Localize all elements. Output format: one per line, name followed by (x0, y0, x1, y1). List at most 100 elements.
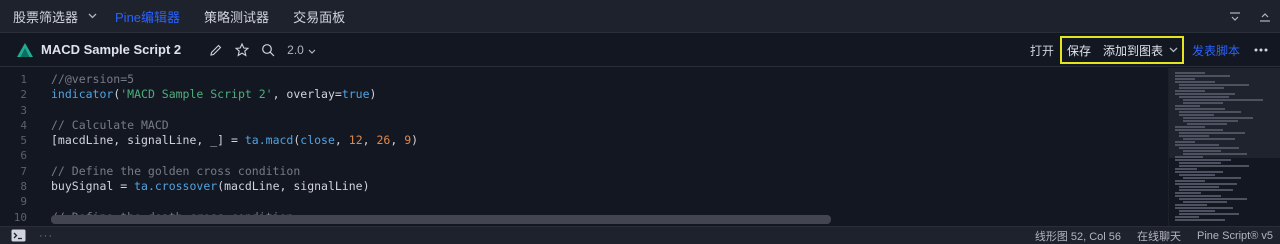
more-dots-icon[interactable]: ··· (39, 230, 53, 242)
tab-pine-editor[interactable]: Pine编辑器 (103, 0, 192, 33)
minimap-line (1183, 201, 1227, 203)
minimap-line (1175, 78, 1195, 80)
minimap-line (1183, 138, 1235, 140)
code-line[interactable]: [macdLine, signalLine, _] = ta.macd(clos… (51, 133, 418, 148)
minimap-line (1175, 159, 1231, 161)
cursor-position: 线形图 52, Col 56 (1034, 231, 1122, 243)
minimap-line (1179, 210, 1215, 212)
line-number: 9 (20, 195, 27, 209)
minimap-line (1175, 192, 1201, 194)
minimap-line (1175, 168, 1197, 170)
code-line[interactable] (51, 148, 418, 163)
tab-label: 策略测试器 (204, 9, 270, 25)
version-label: 2.0 (287, 42, 304, 57)
minimap-line (1183, 120, 1238, 122)
bottom-panel-tabbar: 股票筛选器 Pine编辑器 策略测试器 交易面板 (0, 0, 1280, 33)
chevron-down-icon[interactable] (88, 13, 97, 19)
code-line[interactable]: buySignal = ta.crossover(macdLine, signa… (51, 179, 418, 194)
minimap-line (1179, 96, 1229, 98)
minimap-line (1175, 129, 1223, 131)
line-number: 2 (20, 88, 27, 102)
minimap-line (1179, 174, 1215, 176)
code-line[interactable]: indicator('MACD Sample Script 2', overla… (51, 87, 418, 102)
code-minimap[interactable] (1168, 68, 1280, 226)
minimap-line (1175, 144, 1219, 146)
publish-script-button[interactable]: 发表脚本 (1192, 42, 1240, 59)
minimap-line (1183, 177, 1241, 179)
code-line[interactable]: // Calculate MACD (51, 118, 418, 133)
minimap-line (1175, 207, 1233, 209)
minimap-line (1175, 216, 1199, 218)
minimap-line (1183, 150, 1221, 152)
minimap-line (1175, 81, 1215, 83)
code-line[interactable] (51, 194, 418, 209)
more-options-icon[interactable] (1248, 48, 1274, 52)
minimap-line (1175, 180, 1205, 182)
tab-trading-panel[interactable]: 交易面板 (281, 0, 357, 33)
chevron-down-icon (308, 43, 316, 57)
line-number-gutter: 1 2 3 4 5 6 7 8 9 10 (0, 72, 40, 225)
collapse-panel-icon[interactable] (1220, 0, 1250, 33)
minimap-line (1175, 90, 1205, 92)
code-line[interactable]: // Define the golden cross condition (51, 164, 418, 179)
minimap-line (1183, 153, 1247, 155)
minimap-line (1179, 135, 1209, 137)
minimap-line (1179, 165, 1249, 167)
code-line[interactable] (51, 103, 418, 118)
minimap-line (1179, 213, 1239, 215)
minimap-line (1179, 132, 1245, 134)
minimap-line (1179, 186, 1219, 188)
minimap-line (1175, 108, 1225, 110)
line-number: 7 (20, 164, 27, 178)
script-title[interactable]: MACD Sample Script 2 (41, 42, 181, 57)
minimap-line (1179, 87, 1224, 89)
line-number: 1 (20, 73, 27, 86)
code-lines[interactable]: //@version=5 indicator('MACD Sample Scrip… (51, 72, 418, 225)
editor-toolbar: MACD Sample Script 2 2.0 打开 保存 添加到图表 发表脚… (0, 33, 1280, 67)
minimap-line (1175, 183, 1237, 185)
minimap-line (1175, 171, 1223, 173)
chevron-down-icon[interactable] (1169, 47, 1178, 53)
version-selector[interactable]: 2.0 (287, 43, 316, 57)
minimap-line (1179, 84, 1249, 86)
minimap-line (1175, 156, 1203, 158)
maximize-panel-icon[interactable] (1250, 0, 1280, 33)
star-favorite-icon[interactable] (229, 37, 255, 63)
minimap-line (1179, 198, 1247, 200)
save-add-group: 保存 添加到图表 (1059, 36, 1184, 64)
minimap-line (1175, 141, 1195, 143)
minimap-line (1183, 102, 1223, 104)
search-icon[interactable] (255, 37, 281, 63)
code-editor[interactable]: 1 2 3 4 5 6 7 8 9 10 //@version=5 indicat… (0, 68, 1168, 226)
tab-label: 股票筛选器 (13, 9, 79, 25)
minimap-line (1175, 219, 1225, 221)
add-to-chart-button[interactable]: 添加到图表 (1103, 42, 1163, 59)
tab-label: Pine编辑器 (115, 9, 181, 25)
tab-stock-screener[interactable]: 股票筛选器 (0, 0, 90, 33)
minimap-line (1183, 117, 1253, 119)
minimap-line (1179, 189, 1233, 191)
line-number: 3 (20, 103, 27, 117)
console-icon[interactable] (11, 229, 27, 243)
rename-pencil-icon[interactable] (203, 37, 229, 63)
minimap-line (1179, 111, 1241, 113)
minimap-line (1175, 75, 1230, 77)
open-button[interactable]: 打开 (1030, 42, 1054, 59)
pine-logo-icon (17, 42, 33, 57)
horizontal-scrollbar[interactable] (51, 215, 831, 224)
minimap-line (1179, 162, 1221, 164)
minimap-line (1175, 105, 1200, 107)
tab-strategy-tester[interactable]: 策略测试器 (192, 0, 281, 33)
minimap-line (1179, 114, 1214, 116)
online-chat-link[interactable]: 在线聊天 (1137, 228, 1181, 244)
line-number: 8 (20, 180, 27, 194)
language-version[interactable]: Pine Script® v5 (1197, 230, 1273, 242)
minimap-line (1187, 123, 1227, 125)
minimap-line (1175, 204, 1207, 206)
minimap-line (1183, 99, 1263, 101)
code-line[interactable]: //@version=5 (51, 72, 418, 87)
status-bar: ··· 线形图 52, Col 56 在线聊天 Pine Script® v5 (0, 226, 1280, 244)
tab-label: 交易面板 (293, 9, 346, 25)
line-number: 10 (13, 210, 27, 224)
save-button[interactable]: 保存 (1067, 42, 1091, 59)
